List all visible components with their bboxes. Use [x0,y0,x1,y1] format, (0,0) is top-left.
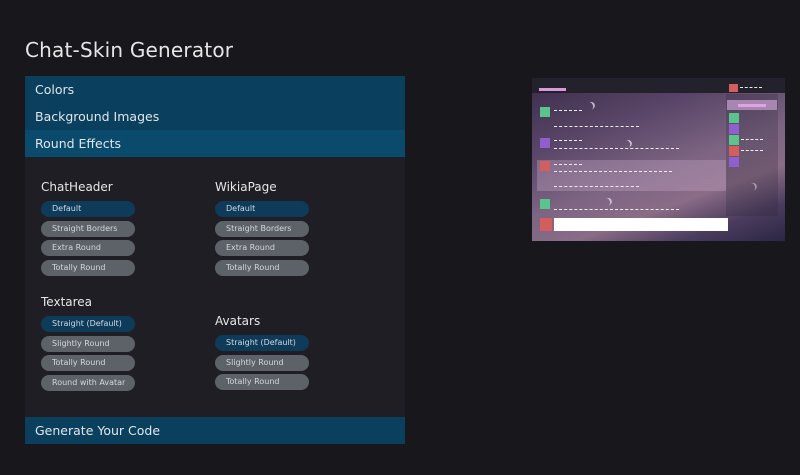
preview-user-name-line [741,139,763,140]
preview-user-avatar [729,135,739,145]
textarea-group: Textarea Straight (Default) Slightly Rou… [41,295,135,394]
wikia-page-title: WikiaPage [215,180,277,194]
moon-decoration [600,196,614,208]
preview-message-avatar [540,161,550,171]
preview-message-avatar [540,107,550,117]
preview-message-avatar [540,199,550,209]
textarea-option-totally-round[interactable]: Totally Round [41,355,135,371]
avatars-title: Avatars [215,314,261,328]
preview-user-avatar [729,157,739,167]
preview-user-avatar [729,113,739,123]
wikia-page-group: WikiaPage Default Straight Borders Extra… [215,180,309,279]
preview-message-text-line [554,148,679,149]
section-background-images[interactable]: Background Images [25,103,405,130]
section-round-effects[interactable]: Round Effects [25,130,405,157]
chat-header-option-extra-round[interactable]: Extra Round [41,240,135,256]
preview-header-title-line [539,88,566,91]
preview-user-avatar [729,124,739,134]
moon-decoration [583,100,597,112]
section-colors[interactable]: Colors [25,76,405,103]
preview-user-avatar [729,146,739,156]
preview-userlist-header-line [738,104,766,107]
preview-user-name-line [741,150,763,151]
preview-message-name-line [554,110,582,111]
wikia-page-option-straight-borders[interactable]: Straight Borders [215,220,309,237]
preview-message-name-line [554,140,582,141]
textarea-option-slightly-round[interactable]: Slightly Round [41,335,135,352]
avatars-option-totally-round[interactable]: Totally Round [215,374,309,390]
preview-message-avatar [540,138,550,148]
preview-textarea [554,218,728,231]
chat-header-option-default[interactable]: Default [41,201,135,217]
chat-header-group: ChatHeader Default Straight Borders Extr… [41,180,135,279]
chat-header-title: ChatHeader [41,180,113,194]
textarea-option-straight-default[interactable]: Straight (Default) [41,316,135,332]
generator-panel: Colors Background Images Round Effects C… [25,76,405,444]
preview-header-avatar [729,84,738,92]
chat-header-option-straight-borders[interactable]: Straight Borders [41,220,135,237]
page-title: Chat-Skin Generator [25,38,234,62]
textarea-option-round-with-avatar[interactable]: Round with Avatar [41,374,135,391]
chat-skin-preview [532,78,785,241]
preview-input-avatar [540,218,552,231]
preview-header-bar [532,78,785,93]
preview-message-text-line [554,126,639,127]
wikia-page-option-default[interactable]: Default [215,201,309,217]
wikia-page-option-totally-round[interactable]: Totally Round [215,259,309,276]
avatars-group: Avatars Straight (Default) Slightly Roun… [215,314,309,394]
avatars-option-straight-default[interactable]: Straight (Default) [215,335,309,351]
generate-code-button[interactable]: Generate Your Code [25,417,405,444]
textarea-title: Textarea [41,295,93,309]
preview-message-text-line [554,171,672,172]
avatars-option-slightly-round[interactable]: Slightly Round [215,354,309,371]
preview-message-text-line [554,209,679,210]
chat-header-option-totally-round[interactable]: Totally Round [41,259,135,276]
preview-message-text-line [554,186,639,187]
wikia-page-option-extra-round[interactable]: Extra Round [215,240,309,256]
preview-header-username-line [740,87,762,89]
preview-message-name-line [554,164,582,165]
